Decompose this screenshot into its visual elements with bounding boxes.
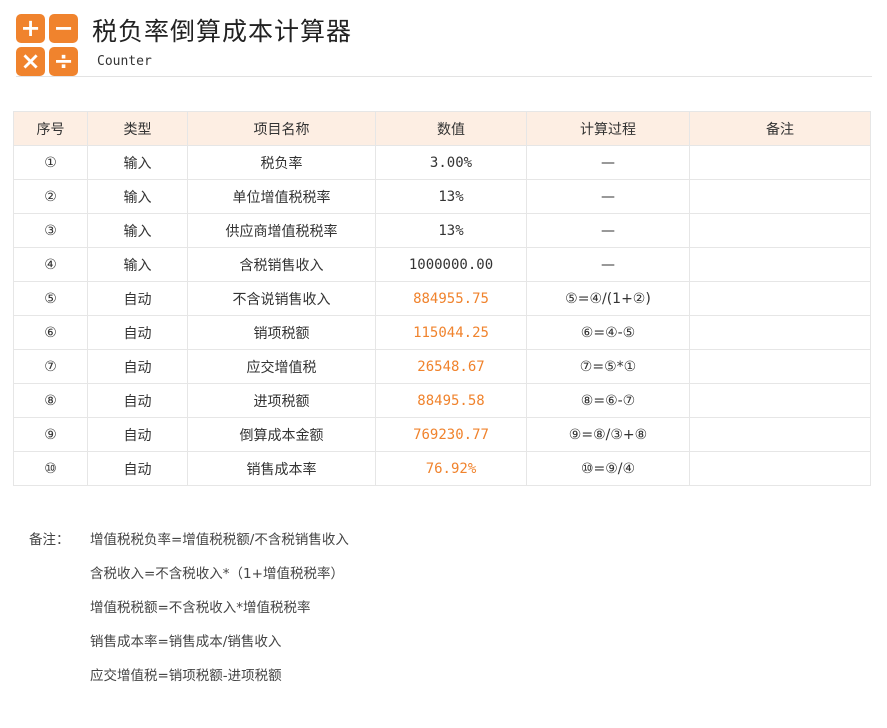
row-seq: ① <box>13 145 88 180</box>
row-remark <box>689 145 871 180</box>
row-process: — <box>526 247 690 282</box>
note-line: 增值税税额=不含税收入*增值税税率 <box>90 600 311 616</box>
row-process: ⑧=⑥-⑦ <box>526 383 690 418</box>
row-process: ⑩=⑨/④ <box>526 451 690 486</box>
table-row: ③ 输入 供应商增值税税率 13% — <box>13 213 871 248</box>
row-seq: ④ <box>13 247 88 282</box>
row-type: 输入 <box>87 213 188 248</box>
row-remark <box>689 247 871 282</box>
row-seq: ⑧ <box>13 383 88 418</box>
row-value: 3.00% <box>375 145 527 180</box>
row-value: 26548.67 <box>375 349 527 384</box>
row-value: 1000000.00 <box>375 247 527 282</box>
row-remark <box>689 213 871 248</box>
row-seq: ⑤ <box>13 281 88 316</box>
row-remark <box>689 349 871 384</box>
row-value: 88495.58 <box>375 383 527 418</box>
page-title: 税负率倒算成本计算器 <box>92 17 353 46</box>
row-type: 自动 <box>87 451 188 486</box>
row-type: 自动 <box>87 315 188 350</box>
row-type: 自动 <box>87 281 188 316</box>
header-type: 类型 <box>87 111 188 146</box>
row-process: — <box>526 145 690 180</box>
divide-icon: ÷ <box>49 47 78 76</box>
table-row: ⑤ 自动 不含说销售收入 884955.75 ⑤=④/(1+②) <box>13 281 871 316</box>
row-name: 含税销售收入 <box>187 247 376 282</box>
row-process: — <box>526 179 690 214</box>
row-remark <box>689 315 871 350</box>
row-name: 销售成本率 <box>187 451 376 486</box>
row-value: 13% <box>375 179 527 214</box>
row-name: 倒算成本金额 <box>187 417 376 452</box>
row-remark <box>689 281 871 316</box>
table-row: ⑦ 自动 应交增值税 26548.67 ⑦=⑤*① <box>13 349 871 384</box>
row-process: ⑥=④-⑤ <box>526 315 690 350</box>
plus-icon: + <box>16 14 45 43</box>
header-value: 数值 <box>375 111 527 146</box>
row-remark <box>689 417 871 452</box>
header-seq: 序号 <box>13 111 88 146</box>
note-line: 含税收入=不含税收入*（1+增值税税率） <box>90 566 344 582</box>
row-remark <box>689 451 871 486</box>
row-seq: ⑨ <box>13 417 88 452</box>
minus-icon: − <box>49 14 78 43</box>
note-line: 应交增值税=销项税额-进项税额 <box>90 668 282 684</box>
row-seq: ⑩ <box>13 451 88 486</box>
note-line: 销售成本率=销售成本/销售收入 <box>90 634 282 650</box>
calculation-table: 序号 类型 项目名称 数值 计算过程 备注 ① 输入 税负率 3.00% — ② 输入 单位增… <box>13 111 871 486</box>
row-name: 销项税额 <box>187 315 376 350</box>
page-subtitle: Counter <box>97 54 152 69</box>
table-row: ⑧ 自动 进项税额 88495.58 ⑧=⑥-⑦ <box>13 383 871 418</box>
notes-label: 备注： <box>29 532 70 548</box>
row-value: 13% <box>375 213 527 248</box>
row-seq: ⑦ <box>13 349 88 384</box>
header-remark: 备注 <box>689 111 871 146</box>
table-header-row: 序号 类型 项目名称 数值 计算过程 备注 <box>13 111 871 146</box>
table-row: ⑥ 自动 销项税额 115044.25 ⑥=④-⑤ <box>13 315 871 350</box>
row-value: 884955.75 <box>375 281 527 316</box>
row-process: — <box>526 213 690 248</box>
calculator-logo-icon: + − × ÷ <box>16 14 78 76</box>
row-value: 769230.77 <box>375 417 527 452</box>
row-remark <box>689 179 871 214</box>
table-row: ⑨ 自动 倒算成本金额 769230.77 ⑨=⑧/③+⑧ <box>13 417 871 452</box>
row-name: 税负率 <box>187 145 376 180</box>
row-type: 自动 <box>87 383 188 418</box>
row-seq: ⑥ <box>13 315 88 350</box>
row-type: 输入 <box>87 247 188 282</box>
row-name: 应交增值税 <box>187 349 376 384</box>
row-value: 115044.25 <box>375 315 527 350</box>
row-remark <box>689 383 871 418</box>
row-process: ⑨=⑧/③+⑧ <box>526 417 690 452</box>
table-row: ⑩ 自动 销售成本率 76.92% ⑩=⑨/④ <box>13 451 871 486</box>
row-name: 进项税额 <box>187 383 376 418</box>
multiply-icon: × <box>16 47 45 76</box>
row-type: 自动 <box>87 417 188 452</box>
row-type: 输入 <box>87 179 188 214</box>
table-row: ② 输入 单位增值税税率 13% — <box>13 179 871 214</box>
row-seq: ③ <box>13 213 88 248</box>
row-seq: ② <box>13 179 88 214</box>
row-name: 不含说销售收入 <box>187 281 376 316</box>
app-header: + − × ÷ 税负率倒算成本计算器 Counter <box>16 10 872 77</box>
row-type: 输入 <box>87 145 188 180</box>
table-row: ④ 输入 含税销售收入 1000000.00— <box>13 247 871 282</box>
header-name: 项目名称 <box>187 111 376 146</box>
note-line: 增值税税负率=增值税税额/不含税销售收入 <box>90 532 349 548</box>
row-name: 供应商增值税税率 <box>187 213 376 248</box>
header-process: 计算过程 <box>526 111 690 146</box>
row-name: 单位增值税税率 <box>187 179 376 214</box>
row-process: ⑦=⑤*① <box>526 349 690 384</box>
row-type: 自动 <box>87 349 188 384</box>
row-value: 76.92% <box>375 451 527 486</box>
row-process: ⑤=④/(1+②) <box>526 281 690 316</box>
table-row: ① 输入 税负率 3.00% — <box>13 145 871 180</box>
